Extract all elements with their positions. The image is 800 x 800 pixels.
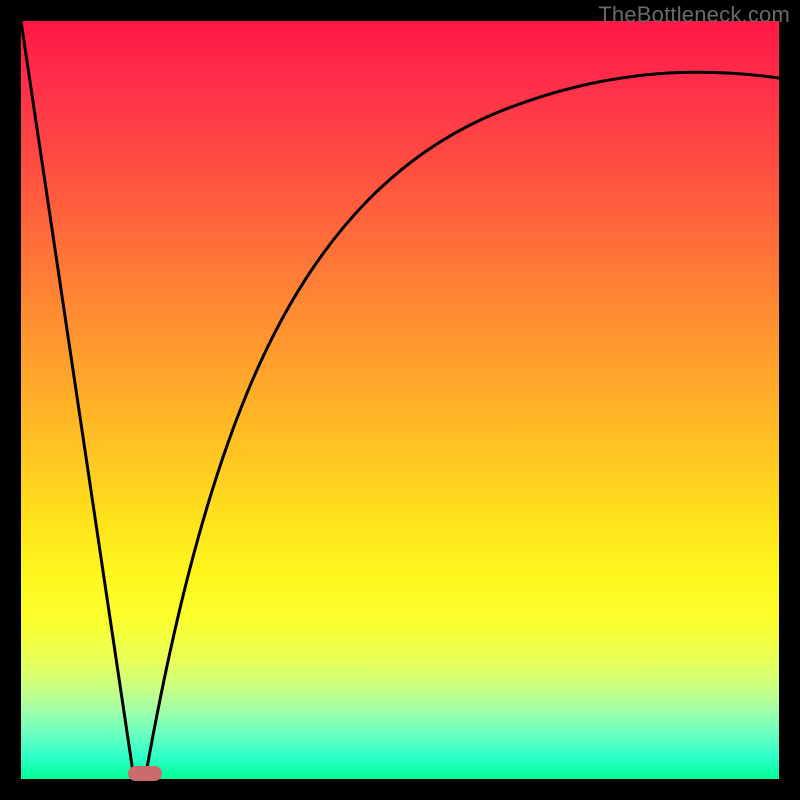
bottleneck-curves (21, 21, 779, 779)
plot-area (21, 21, 779, 779)
optimal-range-marker (128, 766, 162, 781)
attribution-watermark: TheBottleneck.com (598, 2, 790, 28)
chart-frame: TheBottleneck.com (0, 0, 800, 800)
curve-right (145, 72, 779, 779)
curve-left (21, 21, 134, 779)
